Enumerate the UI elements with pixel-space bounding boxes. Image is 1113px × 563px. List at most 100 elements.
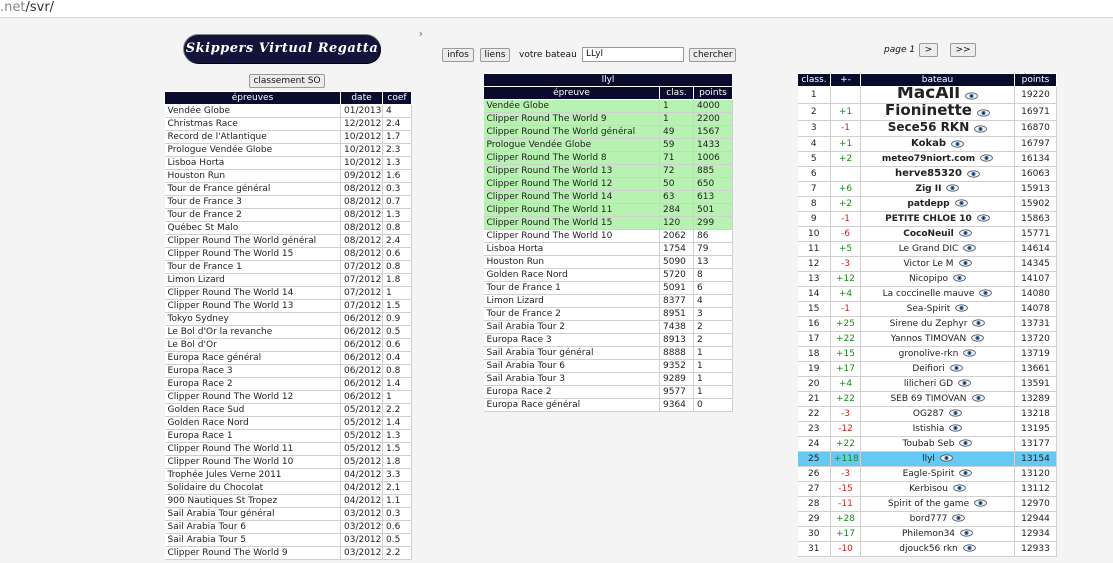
boat-name-link[interactable]: Sea-Spirit <box>907 304 951 314</box>
race-name-link[interactable]: Lisboa Horta <box>164 156 341 170</box>
boat-name-link[interactable]: herve85320 <box>895 168 962 179</box>
eye-icon[interactable] <box>959 439 973 447</box>
boat-name-link[interactable]: CocoNeuil <box>903 229 954 239</box>
boat-name-link[interactable]: Istishia <box>913 424 945 434</box>
eye-icon[interactable] <box>959 469 973 477</box>
eye-icon[interactable] <box>977 108 990 117</box>
eye-icon[interactable] <box>976 214 990 222</box>
liens-button[interactable]: liens <box>480 48 510 62</box>
boat-name-link[interactable]: djouck56 rkn <box>899 544 958 554</box>
col-header-coef[interactable]: coef <box>382 91 412 105</box>
boat-name-link[interactable]: La coccinelle mauve <box>883 289 975 299</box>
eye-icon[interactable] <box>952 514 966 522</box>
eye-icon[interactable] <box>958 229 972 237</box>
boat-name-link[interactable]: Zig II <box>916 184 942 194</box>
eye-icon[interactable] <box>971 394 985 402</box>
infos-button[interactable]: infos <box>442 48 474 62</box>
boat-name-link[interactable]: Eagle-Spirit <box>903 469 955 479</box>
race-name-link[interactable]: Prologue Vendée Globe <box>164 143 341 157</box>
eye-icon[interactable] <box>958 259 972 267</box>
eye-icon[interactable] <box>949 409 962 417</box>
col-header-epreuves[interactable]: épreuves <box>164 91 341 105</box>
race-name-link[interactable]: Le Bol d'Or la revanche <box>164 325 341 339</box>
race-name-link[interactable]: Clipper Round The World 10 <box>164 455 341 469</box>
eye-icon[interactable] <box>962 544 976 552</box>
boat-name-link[interactable]: Fioninette <box>885 104 972 120</box>
eye-icon[interactable] <box>963 349 977 357</box>
race-name-link[interactable]: Clipper Round The World 12 <box>164 390 341 404</box>
boat-name-link[interactable]: Philemon34 <box>902 529 955 539</box>
eye-icon[interactable] <box>949 424 963 432</box>
eye-icon[interactable] <box>979 289 993 297</box>
address-bar[interactable]: .net/svr/ <box>0 0 1113 18</box>
boat-name-link[interactable]: Spirit of the game <box>888 499 969 509</box>
boat-name-link[interactable]: bord777 <box>910 514 948 524</box>
eye-icon[interactable] <box>963 244 977 252</box>
race-name-link[interactable]: Christmas Race <box>164 117 341 131</box>
col-header-date[interactable]: date <box>340 91 383 105</box>
race-name-link[interactable]: Tokyo Sydney <box>164 312 341 326</box>
boat-name-link[interactable]: gronolive-rkn <box>899 349 959 359</box>
boat-name-link[interactable]: llyl <box>922 454 935 464</box>
race-name-link[interactable]: Sail Arabia Tour 6 <box>164 520 341 534</box>
boat-name-link[interactable]: patdepp <box>907 199 949 209</box>
race-name-link[interactable]: Clipper Round The World 11 <box>164 442 341 456</box>
race-name-link[interactable]: Limon Lizard <box>164 273 341 287</box>
boat-name-link[interactable]: Victor Le M <box>903 259 953 269</box>
boat-search-input[interactable]: LLyl <box>582 47 684 62</box>
boat-name-link[interactable]: SEB 69 TIMOVAN <box>890 394 966 404</box>
race-name-link[interactable]: Golden Race Sud <box>164 403 341 417</box>
boat-name-link[interactable]: Yannos TIMOVAN <box>891 334 967 344</box>
race-name-link[interactable]: Sail Arabia Tour 5 <box>164 533 341 547</box>
eye-icon[interactable] <box>972 319 986 327</box>
boat-name-link[interactable]: Kokab <box>911 138 946 149</box>
eye-icon[interactable] <box>967 169 980 178</box>
boat-name-link[interactable]: OG287 <box>913 409 944 419</box>
next-page-button[interactable]: > <box>919 43 938 57</box>
race-name-link[interactable]: 900 Nautiques St Tropez <box>164 494 341 508</box>
eye-icon[interactable] <box>958 379 971 387</box>
boat-name-link[interactable]: meteo79niort.com <box>882 154 975 164</box>
race-name-link[interactable]: Clipper Round The World 13 <box>164 299 341 313</box>
eye-icon[interactable] <box>980 154 994 162</box>
boat-name-link[interactable]: Nicopipo <box>909 274 948 284</box>
race-name-link[interactable]: Record de l'Atlantique <box>164 130 341 144</box>
race-name-link[interactable]: Clipper Round The World général <box>164 234 341 248</box>
eye-icon[interactable] <box>974 124 988 133</box>
boat-name-link[interactable]: Le Grand DIC <box>899 244 959 254</box>
race-name-link[interactable]: Le Bol d'Or <box>164 338 341 352</box>
classement-so-button[interactable]: classement SO <box>249 74 325 88</box>
race-name-link[interactable]: Vendée Globe <box>164 104 341 118</box>
eye-icon[interactable] <box>965 91 979 100</box>
race-name-link[interactable]: Tour de France 1 <box>164 260 341 274</box>
race-name-link[interactable]: Solidaire du Chocolat <box>164 481 341 495</box>
race-name-link[interactable]: Europa Race général <box>164 351 341 365</box>
race-name-link[interactable]: Québec St Malo <box>164 221 341 235</box>
last-page-button[interactable]: >> <box>950 43 976 57</box>
boat-name-link[interactable]: Toubab Seb <box>903 439 955 449</box>
eye-icon[interactable] <box>954 199 968 207</box>
race-name-link[interactable]: Europa Race 3 <box>164 364 341 378</box>
eye-icon[interactable] <box>946 184 960 192</box>
site-logo[interactable]: Skippers Virtual Regatta <box>184 35 380 63</box>
boat-name-link[interactable]: Deifiori <box>912 364 944 374</box>
eye-icon[interactable] <box>940 454 953 462</box>
eye-icon[interactable] <box>955 304 969 312</box>
race-name-link[interactable]: Sail Arabia Tour général <box>164 507 341 521</box>
boat-name-link[interactable]: lilicheri GD <box>904 379 953 389</box>
eye-icon[interactable] <box>951 139 964 148</box>
eye-icon[interactable] <box>974 499 987 507</box>
boat-name-link[interactable]: PETITE CHLOE 10 <box>885 214 972 224</box>
race-name-link[interactable]: Tour de France 2 <box>164 208 341 222</box>
eye-icon[interactable] <box>953 274 966 282</box>
chercher-button[interactable]: chercher <box>689 48 736 62</box>
boat-name-link[interactable]: Kerbisou <box>909 484 948 494</box>
race-name-link[interactable]: Trophée Jules Verne 2011 <box>164 468 341 482</box>
race-name-link[interactable]: Clipper Round The World 15 <box>164 247 341 261</box>
eye-icon[interactable] <box>949 364 963 372</box>
race-name-link[interactable]: Clipper Round The World 14 <box>164 286 341 300</box>
race-name-link[interactable]: Golden Race Nord <box>164 416 341 430</box>
eye-icon[interactable] <box>953 484 966 492</box>
boat-name-link[interactable]: MacAll <box>897 87 960 103</box>
race-name-link[interactable]: Europa Race 1 <box>164 429 341 443</box>
